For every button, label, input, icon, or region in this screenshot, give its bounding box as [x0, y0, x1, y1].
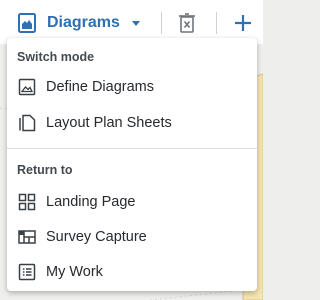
section-title-switch-mode: Switch mode: [17, 50, 95, 64]
caret-down-icon: [131, 21, 140, 26]
diagram-image-icon: [18, 78, 36, 96]
menu-item-label: Survey Capture: [46, 229, 147, 245]
menu-item-layout-plan-sheets[interactable]: Layout Plan Sheets: [7, 106, 257, 140]
sheets-icon: [19, 114, 36, 132]
section-title-return-to: Return to: [17, 163, 73, 177]
menu-item-label: Define Diagrams: [46, 79, 154, 95]
delete-icon[interactable]: [176, 12, 198, 34]
menu-divider: [7, 148, 257, 149]
diagram-image-icon: [18, 13, 36, 33]
menu-item-my-work[interactable]: My Work: [7, 255, 257, 289]
menu-item-label: My Work: [46, 264, 103, 280]
mode-switch-button[interactable]: Diagrams: [8, 8, 142, 38]
menu-item-label: Layout Plan Sheets: [46, 115, 172, 131]
menu-item-label: Landing Page: [46, 194, 136, 210]
list-icon: [18, 263, 36, 281]
toolbar-divider: [216, 12, 217, 34]
survey-capture-icon: [18, 230, 36, 244]
mode-dropdown-menu: Switch mode Define Diagrams Layout Plan …: [7, 38, 257, 291]
menu-item-landing-page[interactable]: Landing Page: [7, 185, 257, 219]
plus-icon[interactable]: [232, 12, 254, 34]
grid-icon: [18, 193, 36, 211]
menu-item-survey-capture[interactable]: Survey Capture: [7, 220, 257, 254]
toolbar-divider: [161, 12, 162, 34]
menu-item-define-diagrams[interactable]: Define Diagrams: [7, 70, 257, 104]
mode-switch-label: Diagrams: [47, 14, 120, 31]
